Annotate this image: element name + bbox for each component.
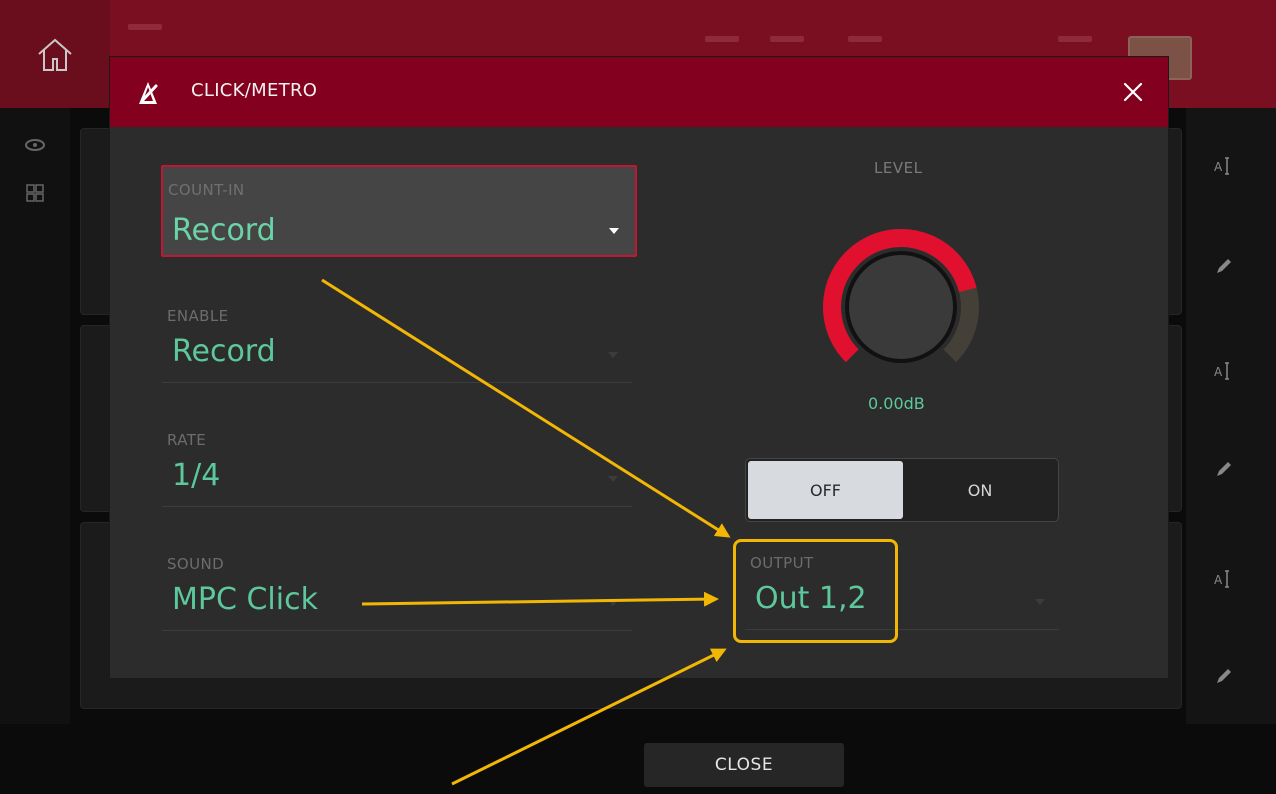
enable-label: ENABLE: [167, 307, 229, 325]
click-metro-dialog: CLICK/METRO COUNT-IN Record ENABLE Recor…: [110, 57, 1168, 678]
count-in-select[interactable]: COUNT-IN Record: [161, 165, 637, 257]
metronome-icon: [139, 82, 158, 104]
click-toggle[interactable]: OFF ON: [745, 458, 1059, 522]
home-button[interactable]: [0, 0, 110, 108]
header-item: [1058, 36, 1092, 42]
app-right-rail: [1186, 108, 1276, 724]
output-value: Out 1,2: [755, 581, 867, 616]
level-label: LEVEL: [874, 159, 923, 177]
pencil-icon[interactable]: [1210, 252, 1238, 280]
rate-value: 1/4: [172, 458, 221, 493]
svg-text:A: A: [1214, 573, 1223, 587]
app-left-rail: [0, 108, 70, 724]
chevron-down-icon: [608, 600, 618, 606]
pencil-icon[interactable]: [1210, 662, 1238, 690]
header-item: [705, 36, 739, 42]
count-in-value: Record: [172, 213, 276, 248]
toggle-on-button[interactable]: ON: [904, 461, 1056, 519]
svg-text:A: A: [1214, 365, 1223, 379]
enable-value: Record: [172, 334, 276, 369]
dialog-title: CLICK/METRO: [191, 80, 318, 101]
eye-icon[interactable]: [24, 138, 46, 152]
home-icon: [38, 38, 72, 71]
rate-select[interactable]: RATE 1/4: [162, 416, 632, 507]
dialog-header: CLICK/METRO: [110, 57, 1168, 127]
chevron-down-icon: [609, 228, 619, 234]
text-cursor-icon[interactable]: A: [1210, 152, 1238, 180]
header-item: [848, 36, 882, 42]
count-in-label: COUNT-IN: [168, 181, 245, 199]
toggle-off-button[interactable]: OFF: [748, 461, 903, 519]
close-icon: [1123, 82, 1143, 102]
enable-select[interactable]: ENABLE Record: [162, 292, 632, 383]
bottom-bar: [0, 724, 1276, 794]
chevron-down-icon: [608, 352, 618, 358]
close-button[interactable]: CLOSE: [644, 743, 844, 787]
sound-label: SOUND: [167, 555, 225, 573]
dialog-close-button[interactable]: [1116, 75, 1150, 109]
level-value: 0.00dB: [868, 394, 925, 413]
output-select[interactable]: OUTPUT Out 1,2: [745, 539, 1059, 630]
rate-label: RATE: [167, 431, 207, 449]
svg-text:A: A: [1214, 160, 1223, 174]
sound-select[interactable]: SOUND MPC Click: [162, 540, 632, 631]
text-cursor-icon[interactable]: A: [1210, 565, 1238, 593]
sound-value: MPC Click: [172, 582, 318, 617]
output-label: OUTPUT: [750, 554, 814, 572]
pencil-icon[interactable]: [1210, 455, 1238, 483]
grid-icon[interactable]: [26, 184, 44, 202]
chevron-down-icon: [608, 476, 618, 482]
level-knob[interactable]: [821, 227, 981, 387]
knob-center: [845, 251, 957, 363]
header-item: [770, 36, 804, 42]
chevron-down-icon: [1035, 599, 1045, 605]
text-cursor-icon[interactable]: A: [1210, 357, 1238, 385]
header-item: [128, 24, 162, 30]
